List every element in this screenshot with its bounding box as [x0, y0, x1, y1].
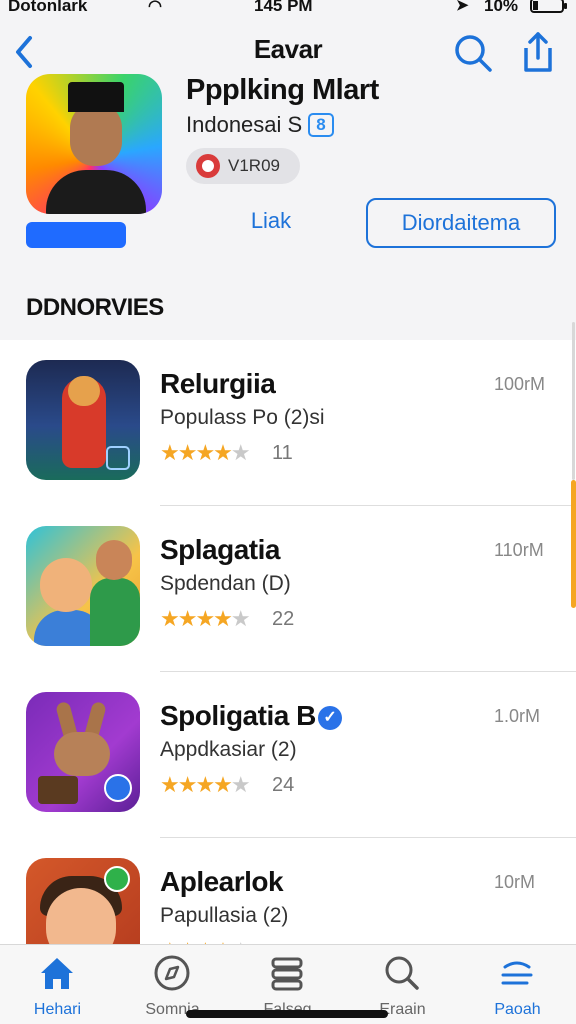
list-item-name: Splagatia [160, 534, 280, 565]
list-item-subtitle: Populass Po (2)si [160, 406, 325, 429]
verified-check-icon: ✓ [317, 706, 342, 730]
battery-percent: 10% [484, 0, 519, 15]
list-item[interactable]: Spoligatia B ✓ Appdkasiar (2) ★★★★★ 24 1.… [0, 672, 576, 838]
list-item-subtitle: Papullasia (2) [160, 904, 289, 927]
version-badge: V1R09 [186, 148, 300, 184]
list-item-icon [26, 858, 140, 944]
app-icon [26, 74, 162, 214]
status-time: 145 PM [254, 0, 313, 15]
list-item-icon [26, 692, 140, 812]
home-indicator[interactable] [186, 1010, 388, 1018]
list-icon [501, 961, 533, 985]
tab-label: Paoah [494, 1001, 541, 1018]
carrier-label: Dotonlark [8, 0, 88, 15]
star-rating: ★★★★★ [160, 772, 251, 797]
progress-bar [26, 222, 126, 248]
star-rating: ★★★★★ [160, 440, 251, 465]
list-item[interactable]: Splagatia Spdendan (D) ★★★★★ 22 110rM [0, 506, 576, 672]
version-label: V1R09 [228, 156, 280, 175]
home-icon [41, 958, 73, 989]
navigation-bar: Eavar [0, 24, 576, 80]
link-button[interactable]: Liak [236, 208, 306, 240]
primary-action-button[interactable]: Diordaitema [366, 198, 556, 248]
app-name: Ppplking Mlart [186, 74, 379, 106]
rating-count: 11 [272, 442, 293, 464]
rating-count: 22 [272, 608, 295, 630]
search-icon [385, 956, 419, 990]
list-item-meta: 10rM [494, 872, 536, 892]
list-item-icon [26, 360, 140, 480]
status-bar: Dotonlark ◠ 145 PM ➤ 10% [0, 0, 576, 22]
section-title: DDNORVIES [26, 294, 164, 321]
region-label: Indonesai S [186, 112, 303, 137]
list-item-name: Relurgiia [160, 368, 276, 399]
list-item[interactable]: Relurgiia Populass Po (2)si ★★★★★ 11 100… [0, 340, 576, 506]
rating-count: 24 [272, 774, 295, 796]
share-icon[interactable] [518, 30, 558, 74]
scrollbar[interactable] [571, 480, 576, 608]
search-icon[interactable] [452, 32, 494, 74]
tab-paoah[interactable]: Paoah [460, 945, 575, 1024]
tab-home[interactable]: Hehari [0, 945, 115, 1024]
app-list: Relurgiia Populass Po (2)si ★★★★★ 11 100… [0, 340, 576, 944]
location-icon: ➤ [456, 0, 469, 14]
version-dot-icon [196, 154, 220, 178]
tab-label: Hehari [33, 1001, 82, 1018]
list-item-name: Spoligatia B ✓ [160, 700, 342, 732]
list-item-subtitle: Spdendan (D) [160, 572, 291, 595]
list-item-meta: 110rM [494, 540, 544, 560]
list-item-name: Aplearlok [160, 866, 284, 897]
region-badge: 8 [308, 113, 334, 137]
list-item-meta: 100rM [494, 374, 546, 394]
list-item-name-text: Spoligatia B [160, 700, 316, 731]
list-item-meta: 1.0rM [494, 706, 541, 726]
compass-icon [154, 955, 190, 991]
battery-icon [530, 0, 567, 13]
app-region: Indonesai S8 [186, 112, 334, 138]
list-item-icon [26, 526, 140, 646]
list-item[interactable]: Aplearlok Papullasia (2) ★★★★★ 10rM [0, 838, 576, 944]
stack-icon [271, 957, 303, 991]
wifi-icon: ◠ [148, 0, 162, 15]
list-item-subtitle: Appdkasiar (2) [160, 738, 297, 761]
star-rating: ★★★★★ [160, 606, 251, 631]
scroll-track [572, 322, 575, 480]
